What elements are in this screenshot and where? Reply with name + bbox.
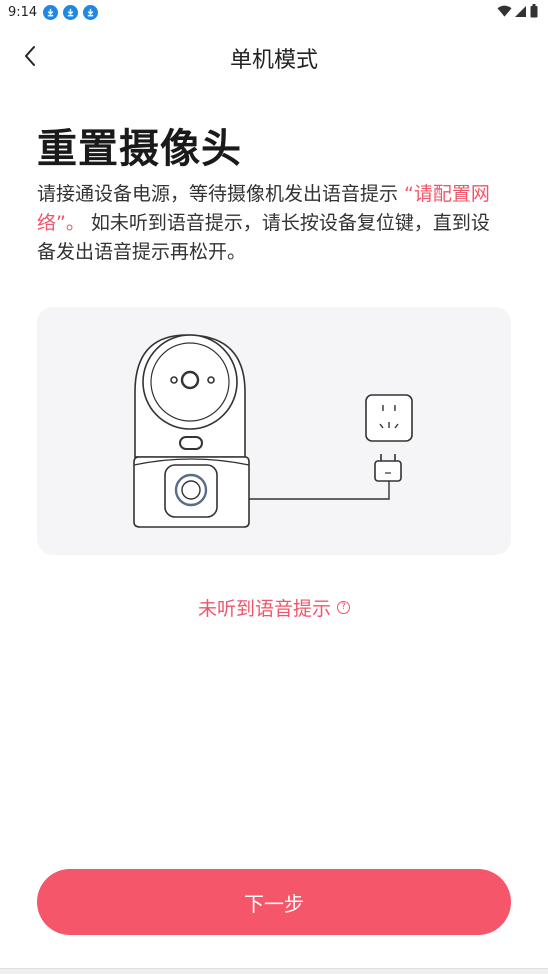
navigation-bar-edge <box>0 968 548 974</box>
instruction-part2: 如未听到语音提示，请长按设备复位键，直到设备发出语音提示再松开。 <box>37 212 490 263</box>
main-heading: 重置摄像头 <box>37 126 242 172</box>
status-bar: 9:14 <box>0 0 548 24</box>
no-voice-prompt-link[interactable]: 未听到语音提示 ? <box>0 594 548 621</box>
instruction-part1: 请接通设备电源，等待摄像机发出语音提示 <box>37 183 405 205</box>
battery-icon <box>530 4 538 18</box>
signal-icon <box>515 5 526 17</box>
download-icon <box>63 4 79 20</box>
status-time: 9:14 <box>8 4 38 20</box>
status-right <box>497 4 538 18</box>
app-header: 单机模式 <box>0 30 548 82</box>
screen: 9:14 单机模式 重置摄像头 请接通设备电源，等待摄像机发出语音提示 “请配置… <box>0 0 548 974</box>
download-icon <box>83 4 99 20</box>
help-link-label: 未听到语音提示 <box>197 598 331 620</box>
question-circle-icon: ? <box>337 601 350 614</box>
camera-illustration <box>133 334 413 528</box>
wifi-icon <box>497 5 512 17</box>
next-step-button[interactable]: 下一步 <box>37 869 511 935</box>
download-icon <box>43 4 59 20</box>
camera-graphic <box>133 334 413 528</box>
page-title: 单机模式 <box>229 48 318 73</box>
instruction-text: 请接通设备电源，等待摄像机发出语音提示 “请配置网络”。 如未听到语音提示，请长… <box>37 180 507 267</box>
camera-reset-illustration <box>37 307 511 555</box>
